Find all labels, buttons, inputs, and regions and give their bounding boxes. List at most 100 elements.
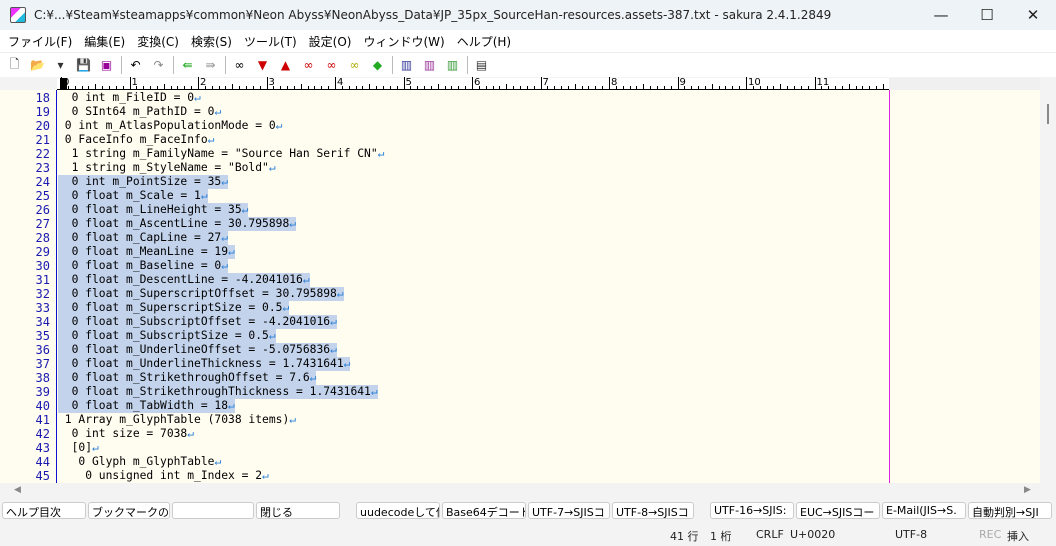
ruler-tick — [554, 86, 556, 89]
text-line[interactable]: 0 float m_Scale = 1↵ — [58, 189, 208, 203]
function-key-6[interactable]: Base64デコード — [442, 502, 526, 519]
search-icon[interactable]: ∞ — [230, 56, 249, 74]
ruler-tick — [821, 86, 823, 89]
function-key-12[interactable]: 自動判別→SJI — [968, 502, 1052, 519]
return-mark-icon: ↵ — [214, 105, 222, 118]
redo-icon[interactable]: ↷ — [149, 56, 168, 74]
text-line[interactable]: 0 unsigned int m_Index = 2↵ — [58, 469, 269, 483]
line-text: 0 float m_SubscriptSize = 0.5 — [58, 329, 269, 342]
vertical-scrollbar[interactable] — [1040, 78, 1056, 483]
menu-item-3[interactable]: 検索(S) — [187, 33, 240, 50]
jump-back-icon[interactable]: ⇚ — [178, 56, 197, 74]
menu-item-0[interactable]: ファイル(F) — [4, 33, 80, 50]
scroll-right-icon[interactable]: ▶ — [1024, 485, 1031, 495]
text-line[interactable]: 0 SInt64 m_PathID = 0↵ — [58, 105, 222, 119]
clear-mark-icon[interactable]: ∞ — [322, 56, 341, 74]
ruler-tick — [656, 86, 658, 89]
line-text: 0 float m_SubscriptOffset = -4.2041016 — [58, 315, 331, 328]
function-key-10[interactable]: EUC→SJISコー — [796, 502, 880, 519]
text-line[interactable]: [0]↵ — [58, 441, 99, 455]
ruler-tick — [150, 86, 152, 89]
undo-icon[interactable]: ↶ — [126, 56, 145, 74]
toolbar-separator — [392, 56, 393, 74]
settings-common-icon[interactable]: ▥ — [397, 56, 416, 74]
ruler-tick — [252, 86, 254, 89]
menu-item-2[interactable]: 変換(C) — [133, 33, 187, 50]
text-line[interactable]: 1 string m_StyleName = "Bold"↵ — [58, 161, 276, 175]
text-line[interactable]: 0 Glyph m_GlyphTable↵ — [58, 455, 221, 469]
text-line[interactable]: 0 float m_SubscriptOffset = -4.2041016↵ — [58, 315, 337, 329]
text-line[interactable]: 0 float m_SuperscriptOffset = 30.795898↵ — [58, 287, 344, 301]
window-list-icon[interactable]: ▤ — [472, 56, 491, 74]
return-mark-icon: ↵ — [309, 371, 317, 384]
settings-font-icon[interactable]: ▥ — [443, 56, 462, 74]
function-key-1[interactable]: ヘルプ目次 — [2, 502, 86, 519]
line-text: 0 float m_StrikethroughOffset = 7.6 — [58, 371, 310, 384]
text-line[interactable]: 0 float m_UnderlineOffset = -5.0756836↵ — [58, 343, 337, 357]
status-insert-mode[interactable]: 挿入 — [1007, 528, 1029, 544]
text-line[interactable]: 1 Array m_GlyphTable (7038 items)↵ — [58, 413, 296, 427]
text-line[interactable]: 0 float m_SubscriptSize = 0.5↵ — [58, 329, 276, 343]
text-line[interactable]: 0 int m_PointSize = 35↵ — [58, 175, 229, 189]
text-line[interactable]: 0 int size = 7038↵ — [58, 427, 194, 441]
scroll-left-icon[interactable]: ◀ — [14, 485, 21, 495]
function-key-2[interactable]: ブックマークの一 — [88, 502, 170, 519]
new-file-icon[interactable]: 🗋 — [5, 56, 24, 74]
line-text: 0 float m_Scale = 1 — [58, 189, 201, 202]
close-button[interactable]: ✕ — [1010, 0, 1056, 30]
text-line[interactable]: 0 int m_AtlasPopulationMode = 0↵ — [58, 119, 283, 133]
return-mark-icon: ↵ — [194, 91, 201, 104]
menu-item-7[interactable]: ヘルプ(H) — [453, 33, 519, 50]
text-line[interactable]: 0 float m_TabWidth = 18↵ — [58, 399, 235, 413]
line-text: 0 float m_SuperscriptSize = 0.5 — [58, 301, 283, 314]
text-line[interactable]: 0 float m_CapLine = 27↵ — [58, 231, 229, 245]
text-line[interactable]: 0 float m_DescentLine = -4.2041016↵ — [58, 273, 310, 287]
horizontal-scrollbar[interactable]: ◀ ▶ — [0, 483, 1056, 500]
status-rec: REC — [979, 528, 1002, 541]
jump-forward-icon[interactable]: ⇛ — [201, 56, 220, 74]
grep-icon[interactable]: ∞ — [345, 56, 364, 74]
menu-item-1[interactable]: 編集(E) — [80, 33, 133, 50]
text-line[interactable]: 0 float m_StrikethroughThickness = 1.743… — [58, 385, 378, 399]
text-line[interactable]: 0 float m_LineHeight = 35↵ — [58, 203, 249, 217]
ruler-tick — [67, 86, 69, 89]
status-encoding[interactable]: UTF-8 — [895, 528, 927, 541]
minimize-button[interactable]: — — [918, 0, 964, 30]
function-key-11[interactable]: E-Mail(JIS→S. — [882, 502, 966, 519]
open-folder-icon[interactable]: 📂 — [28, 56, 47, 74]
line-text: 0 float m_TabWidth = 18 — [58, 399, 229, 412]
scroll-thumb[interactable] — [1047, 104, 1049, 124]
text-line[interactable]: 0 FaceInfo m_FaceInfo↵ — [58, 133, 215, 147]
maximize-button[interactable]: ☐ — [964, 0, 1010, 30]
dropdown-arrow-icon[interactable]: ▾ — [51, 56, 70, 74]
function-key-5[interactable]: uudecodeして保 — [356, 502, 440, 519]
text-line[interactable]: 0 float m_Baseline = 0↵ — [58, 259, 229, 273]
function-key-3[interactable] — [172, 502, 254, 519]
text-line[interactable]: 0 int m_FileID = 0↵ — [58, 91, 201, 105]
menu-item-6[interactable]: ウィンドウ(W) — [359, 33, 452, 50]
menu-item-5[interactable]: 設定(O) — [305, 33, 360, 50]
search-next-icon[interactable]: ▼ — [253, 56, 272, 74]
text-line[interactable]: 0 float m_SuperscriptSize = 0.5↵ — [58, 301, 290, 315]
text-line[interactable]: 0 float m_UnderlineThickness = 1.7431641… — [58, 357, 351, 371]
settings-type-icon[interactable]: ▥ — [420, 56, 439, 74]
ruler-tick — [691, 86, 693, 89]
function-key-4[interactable]: 閉じる — [256, 502, 340, 519]
menu-item-4[interactable]: ツール(T) — [240, 33, 305, 50]
save-icon[interactable]: 💾 — [74, 56, 93, 74]
function-key-7[interactable]: UTF-7→SJISコ — [528, 502, 610, 519]
line-text: 0 float m_Baseline = 0 — [58, 259, 222, 272]
text-line[interactable]: 0 float m_StrikethroughOffset = 7.6↵ — [58, 371, 317, 385]
text-line[interactable]: 0 float m_MeanLine = 19↵ — [58, 245, 235, 259]
save-all-icon[interactable]: ▣ — [97, 56, 116, 74]
ruler-tick — [711, 84, 713, 89]
ruler-tick — [211, 86, 213, 89]
outline-icon[interactable]: ◆ — [368, 56, 387, 74]
function-key-8[interactable]: UTF-8→SJISコ — [612, 502, 694, 519]
function-key-9[interactable]: UTF-16→SJIS: — [710, 502, 794, 519]
replace-icon[interactable]: ∞ — [299, 56, 318, 74]
search-prev-icon[interactable]: ▲ — [276, 56, 295, 74]
text-line[interactable]: 0 float m_AscentLine = 30.795898↵ — [58, 217, 297, 231]
text-editor[interactable]: 18 19 20 21 22 23 24 25 26 27 28 29 30 31 32 33 34 35 36 37… — [0, 90, 1040, 483]
text-line[interactable]: 1 string m_FamilyName = "Source Han Seri… — [58, 147, 385, 161]
